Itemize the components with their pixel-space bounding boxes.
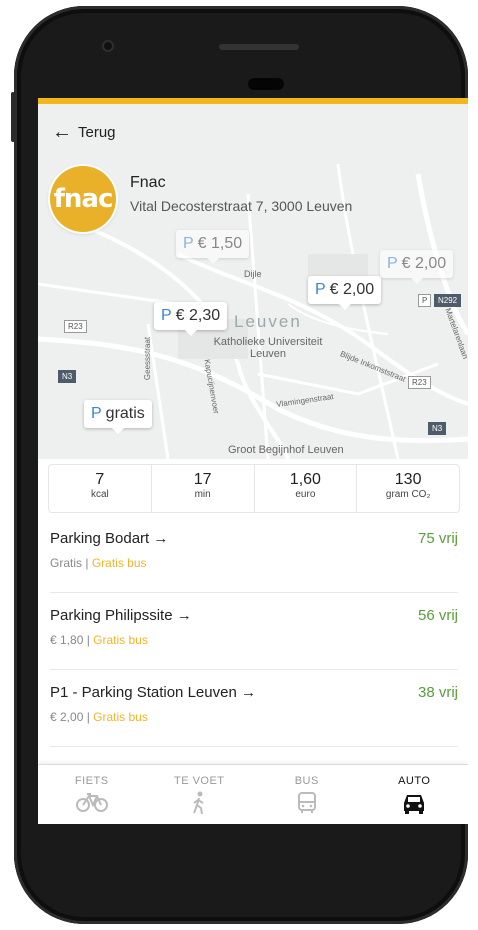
side-button bbox=[11, 92, 15, 142]
road-shield-n292: N292 bbox=[434, 294, 462, 307]
parking-details: Gratis | Gratis bus bbox=[50, 556, 147, 570]
map-label-university: Katholieke Universiteit Leuven bbox=[213, 336, 323, 360]
stat-kcal: 7 kcal bbox=[49, 465, 152, 512]
back-label: Terug bbox=[78, 123, 116, 141]
fnac-logo-text: fnac bbox=[53, 184, 114, 214]
tab-fiets[interactable]: FIETS bbox=[38, 765, 146, 824]
parking-name: P1 - Parking Station Leuven → bbox=[50, 684, 256, 701]
parking-p-icon: P bbox=[183, 235, 194, 252]
store-logo: fnac bbox=[50, 166, 116, 232]
car-icon bbox=[404, 795, 425, 814]
parking-item-station[interactable]: P1 - Parking Station Leuven → € 2,00 | G… bbox=[50, 670, 458, 747]
back-button[interactable]: ← Terug bbox=[52, 122, 116, 142]
parking-name: Parking Bodart → bbox=[50, 530, 169, 547]
parking-name: Parking Philipssite → bbox=[50, 607, 192, 624]
tab-auto[interactable]: AUTO bbox=[361, 765, 469, 824]
map-label-geesstraat: Geessstraat bbox=[143, 336, 153, 381]
tab-bus[interactable]: BUS bbox=[253, 765, 361, 824]
bike-icon bbox=[75, 793, 108, 812]
map-parking-icon: P bbox=[418, 294, 432, 307]
trip-stats: 7 kcal 17 min 1,60 euro 130 gram CO₂ bbox=[48, 464, 460, 513]
map-label-begijnhof: Groot Begijnhof Leuven bbox=[228, 444, 344, 456]
parking-p-icon: P bbox=[315, 281, 326, 298]
parking-free-spots: 75 vrij bbox=[417, 530, 458, 547]
stat-co2: 130 gram CO₂ bbox=[385, 471, 431, 500]
parking-item-bodart[interactable]: Parking Bodart → Gratis | Gratis bus 75 … bbox=[50, 516, 458, 593]
parking-pin[interactable]: P € 1,50 bbox=[176, 230, 250, 264]
front-camera bbox=[102, 40, 114, 52]
parking-p-icon: P bbox=[91, 405, 102, 422]
walk-icon bbox=[193, 791, 204, 815]
stat-time: 17 min bbox=[152, 465, 255, 512]
parking-free-spots: 56 vrij bbox=[417, 607, 458, 624]
parking-item-philipssite[interactable]: Parking Philipssite → € 1,80 | Gratis bu… bbox=[50, 593, 458, 670]
parking-pin[interactable]: P € 2,30 bbox=[154, 302, 228, 336]
road-shield-r23: R23 bbox=[408, 376, 431, 389]
map-view[interactable]: ← Terug fnac Fnac Vital Decosterstraat 7… bbox=[38, 104, 468, 459]
bus-icon bbox=[297, 792, 316, 813]
speaker-grill bbox=[219, 44, 299, 50]
parking-pin[interactable]: P € 2,00 bbox=[308, 276, 382, 310]
parking-pin[interactable]: Pgratis bbox=[84, 400, 152, 434]
parking-details: € 2,00 | Gratis bus bbox=[50, 710, 148, 724]
parking-list: Parking Bodart → Gratis | Gratis bus 75 … bbox=[38, 516, 468, 747]
parking-details: € 1,80 | Gratis bus bbox=[50, 633, 148, 647]
map-label-city: Leuven bbox=[234, 312, 302, 331]
road-shield-n3: N3 bbox=[58, 370, 77, 383]
parking-p-icon: P bbox=[387, 255, 398, 272]
transport-tab-bar: FIETS TE VOET BUS AUTO bbox=[38, 764, 468, 824]
store-address: Vital Decosterstraat 7, 3000 Leuven bbox=[130, 198, 353, 214]
stat-cost: 1,60 euro bbox=[255, 465, 358, 512]
back-arrow-icon: ← bbox=[52, 121, 72, 143]
road-shield-r23: R23 bbox=[64, 320, 87, 333]
app-screen: ← Terug fnac Fnac Vital Decosterstraat 7… bbox=[38, 98, 468, 824]
tab-te-voet[interactable]: TE VOET bbox=[146, 765, 254, 824]
store-name: Fnac bbox=[130, 174, 166, 191]
parking-p-icon: P bbox=[161, 307, 172, 324]
proximity-sensor bbox=[248, 78, 284, 90]
parking-free-spots: 38 vrij bbox=[417, 684, 458, 701]
road-shield-n3: N3 bbox=[428, 422, 447, 435]
parking-pin[interactable]: P € 2,00 bbox=[380, 250, 454, 284]
map-label-dijle: Dijle bbox=[244, 269, 262, 279]
